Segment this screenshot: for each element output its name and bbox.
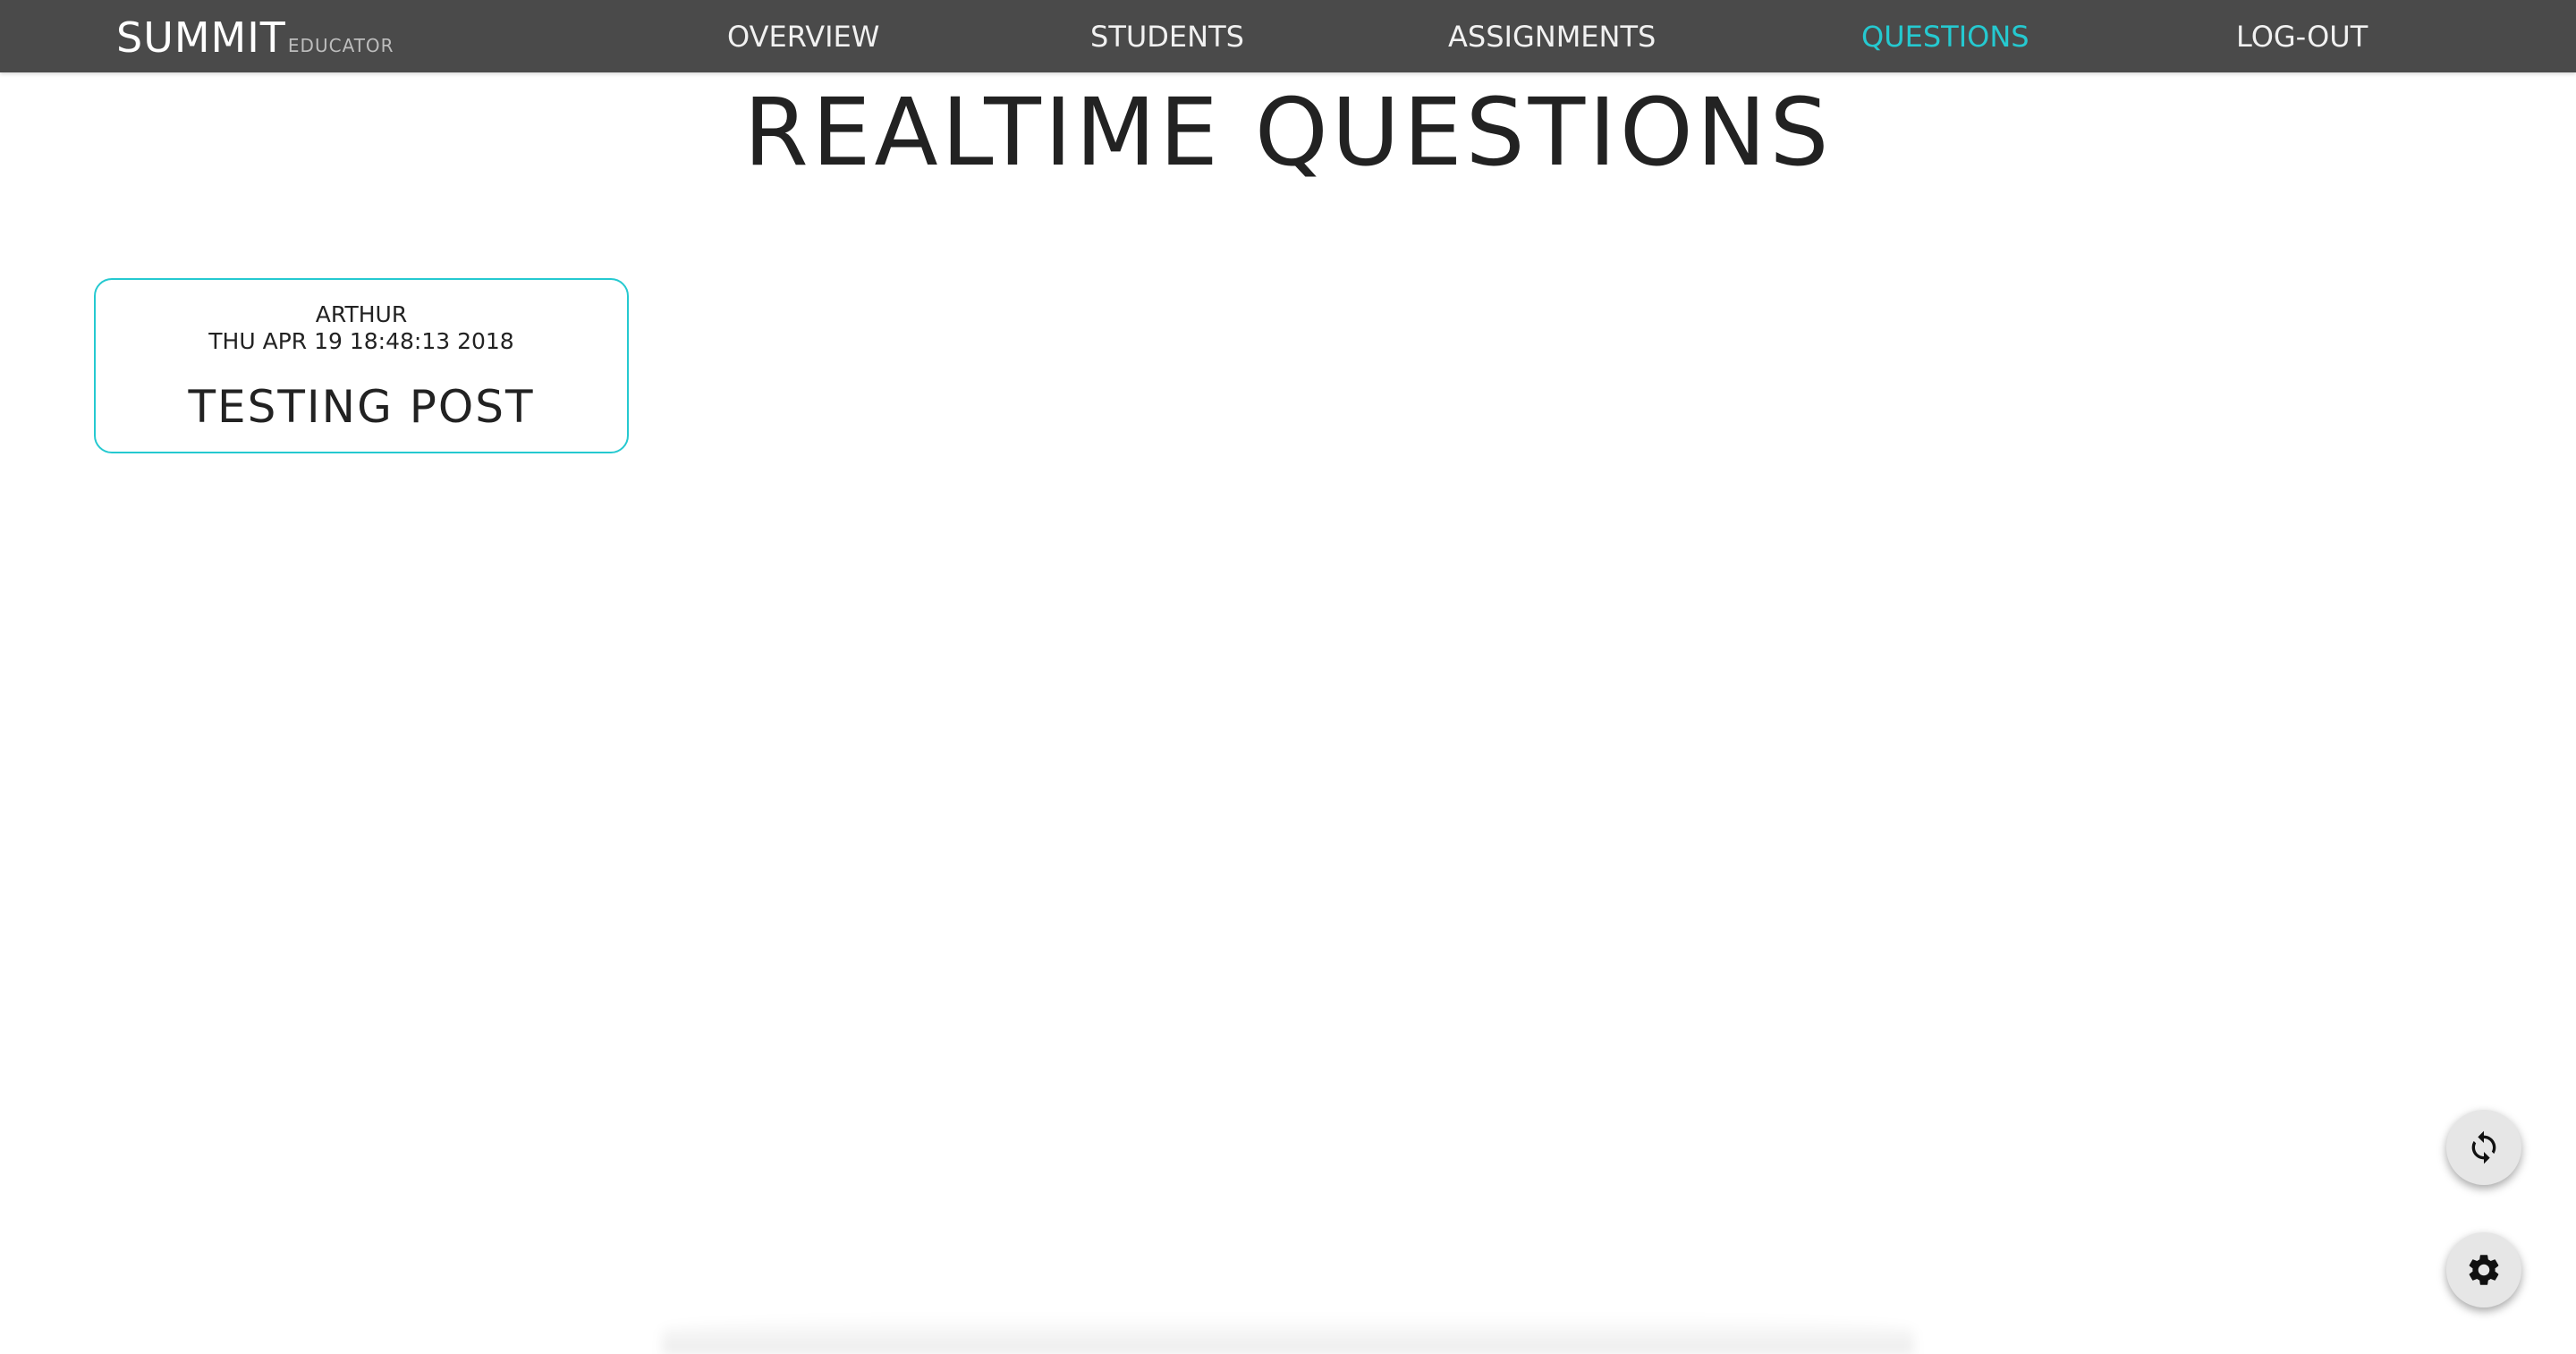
question-timestamp: THU APR 19 18:48:13 2018 — [208, 328, 514, 354]
settings-button[interactable] — [2446, 1232, 2521, 1307]
bottom-sheet-shadow — [662, 1315, 1914, 1354]
brand-subtitle: EDUCATOR — [287, 35, 394, 56]
brand-name: SUMMIT — [116, 13, 286, 62]
gear-icon — [2469, 1255, 2499, 1285]
refresh-icon — [2471, 1130, 2496, 1164]
brand-logo[interactable]: SUMMIT EDUCATOR — [116, 11, 394, 64]
nav-overview[interactable]: OVERVIEW — [727, 0, 879, 72]
question-title: TESTING POST — [188, 381, 535, 433]
nav-questions[interactable]: QUESTIONS — [1861, 0, 2029, 72]
nav-logout[interactable]: LOG-OUT — [2236, 0, 2368, 72]
refresh-button[interactable] — [2446, 1110, 2521, 1185]
nav-assignments[interactable]: ASSIGNMENTS — [1448, 0, 1656, 72]
nav-students[interactable]: STUDENTS — [1090, 0, 1244, 72]
question-card[interactable]: ARTHUR THU APR 19 18:48:13 2018 TESTING … — [94, 278, 629, 453]
page-title: REALTIME QUESTIONS — [743, 78, 1833, 187]
top-navbar: SUMMIT EDUCATOR OVERVIEW STUDENTS ASSIGN… — [0, 0, 2576, 72]
question-author: ARTHUR — [315, 301, 408, 327]
